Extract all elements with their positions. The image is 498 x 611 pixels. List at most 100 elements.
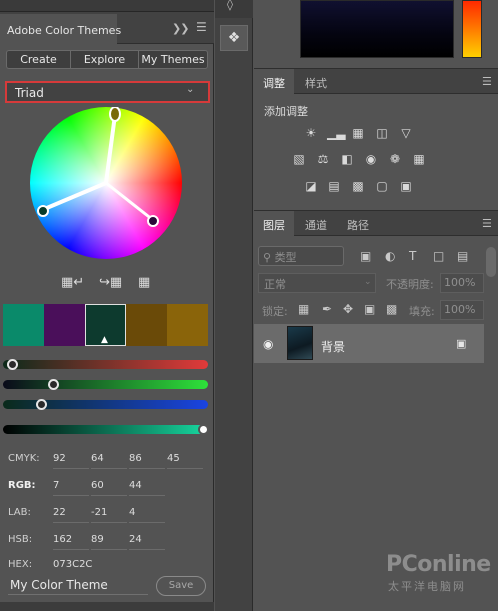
chevron-down-icon[interactable]: ⌄: [364, 277, 372, 287]
hex-value[interactable]: 073C2C: [53, 557, 113, 569]
search-icon: ⚲: [263, 251, 272, 264]
fill-input[interactable]: 100%: [440, 300, 484, 320]
posterize-icon[interactable]: ▤: [327, 180, 341, 192]
type-filter-icon[interactable]: T: [409, 249, 416, 263]
tab-layers[interactable]: 图层: [254, 211, 294, 236]
handle-line-1: [104, 114, 117, 184]
layers-menu-icon[interactable]: ☰: [482, 217, 492, 230]
blue-slider-knob[interactable]: [36, 399, 47, 410]
rgb-b[interactable]: 44: [129, 478, 165, 496]
blue-slider[interactable]: [3, 400, 208, 409]
panel-menu-icon[interactable]: ☰: [196, 20, 207, 34]
tab-styles[interactable]: 样式: [296, 69, 336, 94]
save-button[interactable]: Save: [156, 576, 206, 596]
camera-icon[interactable]: ◉: [364, 153, 378, 165]
hsb-label: HSB:: [8, 534, 33, 545]
adjustments-tab-bar: 调整 样式 ☰: [254, 68, 498, 94]
segment-explore[interactable]: Explore: [71, 51, 139, 68]
lightness-slider[interactable]: [3, 425, 208, 434]
segment-create[interactable]: Create: [7, 51, 71, 68]
color-handle-3[interactable]: [147, 215, 159, 227]
swatch-5[interactable]: [167, 304, 208, 346]
image-filter-icon[interactable]: ▣: [360, 249, 371, 263]
blend-mode-select[interactable]: 正常: [258, 273, 376, 293]
base-color-handle[interactable]: [109, 107, 121, 122]
rgb-g[interactable]: 60: [91, 478, 127, 496]
color-themes-icon[interactable]: ❖: [220, 25, 248, 51]
lightness-slider-knob[interactable]: [198, 424, 209, 435]
green-slider[interactable]: [3, 380, 208, 389]
filter-toggle[interactable]: [486, 247, 496, 277]
lab-l[interactable]: 22: [53, 505, 89, 523]
set-base-color-icon[interactable]: ↪▦: [99, 275, 122, 290]
color-wheel-handles[interactable]: [30, 107, 182, 259]
adjustments-menu-icon[interactable]: ☰: [482, 75, 492, 88]
layer-filter-select[interactable]: ⚲ 类型: [258, 246, 344, 266]
panel-bottom-bar: [0, 602, 214, 611]
swatch-3-active[interactable]: ▲: [85, 304, 126, 346]
vibrance-icon[interactable]: ▧: [292, 153, 306, 165]
red-slider[interactable]: [3, 360, 208, 369]
lab-a[interactable]: -21: [91, 505, 127, 523]
tab-channels[interactable]: 通道: [296, 211, 336, 236]
chevron-down-icon[interactable]: ⌄: [186, 84, 194, 95]
hsb-b[interactable]: 24: [129, 532, 165, 550]
adjustment-filter-icon[interactable]: ◐: [385, 249, 395, 263]
smart-object-filter-icon[interactable]: ▤: [457, 249, 468, 263]
threshold-icon[interactable]: ▩: [351, 180, 365, 192]
color-picker-field[interactable]: [300, 0, 454, 58]
hsb-s[interactable]: 89: [91, 532, 127, 550]
triangle-icon[interactable]: ▽: [399, 127, 413, 139]
swatch-1[interactable]: [3, 304, 44, 346]
brightness-contrast-icon[interactable]: ☀: [304, 127, 318, 139]
swatch-2[interactable]: [44, 304, 85, 346]
tab-paths[interactable]: 路径: [338, 211, 378, 236]
cmyk-k[interactable]: 45: [167, 451, 203, 469]
green-slider-knob[interactable]: [48, 379, 59, 390]
tab-adobe-color-themes[interactable]: Adobe Color Themes: [0, 14, 121, 44]
grid-swatch-icon[interactable]: ▦: [138, 275, 150, 290]
opacity-input[interactable]: 100%: [440, 273, 484, 293]
mode-segmented-control: Create Explore My Themes: [6, 50, 208, 69]
invert-icon[interactable]: ◪: [304, 180, 318, 192]
channel-mixer-icon[interactable]: ❁: [388, 153, 402, 165]
theme-name-input[interactable]: My Color Theme: [10, 578, 108, 592]
color-rule-dropdown[interactable]: Triad: [5, 81, 210, 103]
cmyk-c[interactable]: 92: [53, 451, 89, 469]
selective-color-icon[interactable]: ▢: [375, 180, 389, 192]
cmyk-m[interactable]: 64: [91, 451, 127, 469]
red-slider-knob[interactable]: [7, 359, 18, 370]
lock-move-icon[interactable]: ✥: [343, 302, 353, 316]
gradient-map-icon[interactable]: ▣: [399, 180, 413, 192]
black-white-icon[interactable]: ◧: [340, 153, 354, 165]
lab-b[interactable]: 4: [129, 505, 165, 523]
watermark-sub: 太平洋电脑网: [388, 580, 466, 593]
levels-icon[interactable]: ▁▃: [327, 127, 345, 139]
lock-brush-icon[interactable]: ✒: [322, 302, 332, 316]
swatch-4[interactable]: [126, 304, 167, 346]
layer-thumbnail: [287, 326, 313, 360]
grid-lookup-icon[interactable]: ▦: [412, 153, 426, 165]
rgb-r[interactable]: 7: [53, 478, 89, 496]
hsb-h[interactable]: 162: [53, 532, 89, 550]
add-color-to-swatches-icon[interactable]: ▦↵: [61, 275, 84, 290]
lock-all-icon[interactable]: ▩: [386, 302, 397, 316]
lab-label: LAB:: [8, 507, 31, 518]
collapse-arrow-icon[interactable]: ◊: [227, 0, 233, 11]
cmyk-y[interactable]: 86: [129, 451, 165, 469]
balance-icon[interactable]: ⚖: [316, 153, 330, 165]
lock-artboard-icon[interactable]: ▣: [364, 302, 375, 316]
handle-line-2: [41, 181, 107, 212]
layer-name[interactable]: 背景: [321, 338, 345, 355]
curves-icon[interactable]: ▦: [351, 127, 365, 139]
tab-adjustments[interactable]: 调整: [254, 69, 294, 94]
lock-transparent-icon[interactable]: ▦: [298, 302, 309, 316]
icon-strip-top: ◊: [215, 0, 253, 18]
segment-my-themes[interactable]: My Themes: [139, 51, 207, 68]
color-handle-2[interactable]: [37, 205, 49, 217]
hue-strip[interactable]: [462, 0, 482, 58]
shape-filter-icon[interactable]: □: [433, 249, 444, 263]
double-chevron-right-icon[interactable]: ❯❯: [172, 22, 189, 35]
exposure-icon[interactable]: ◫: [375, 127, 389, 139]
eye-icon[interactable]: ◉: [263, 337, 273, 351]
